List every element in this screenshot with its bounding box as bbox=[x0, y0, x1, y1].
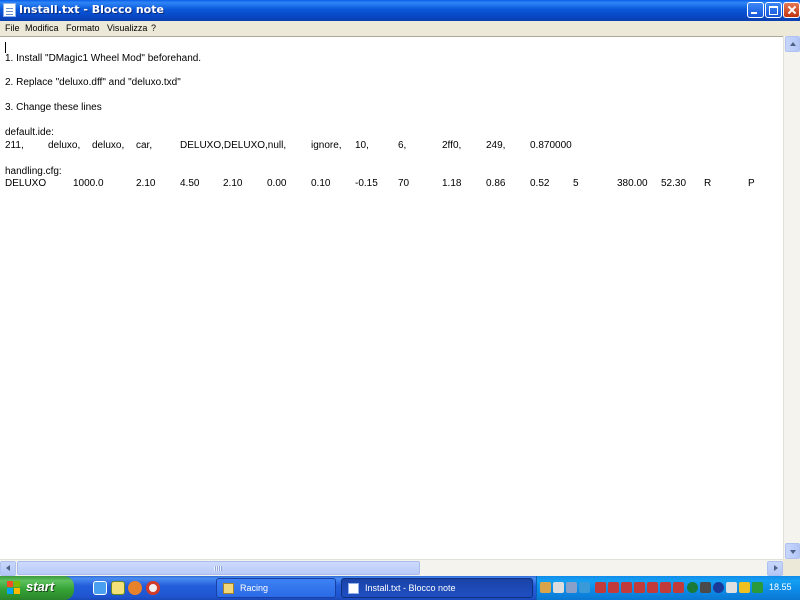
tray-app-icon[interactable] bbox=[660, 582, 671, 593]
handling-cell: 70 bbox=[398, 178, 410, 189]
windows-flag-icon bbox=[7, 581, 21, 595]
menu-modifica[interactable]: Modifica bbox=[25, 23, 59, 33]
handling-cell: 0.00 bbox=[267, 178, 287, 189]
handling-cell: -0.15 bbox=[355, 178, 378, 189]
scroll-up-button[interactable] bbox=[785, 36, 800, 52]
disc-icon[interactable] bbox=[146, 581, 160, 595]
vertical-scrollbar[interactable] bbox=[783, 36, 800, 559]
window-title: Install.txt - Blocco note bbox=[19, 3, 164, 16]
tray-app-icon[interactable] bbox=[647, 582, 658, 593]
task-label: Racing bbox=[240, 583, 269, 593]
text-caret bbox=[5, 42, 6, 53]
minimize-button[interactable] bbox=[747, 2, 764, 18]
handling-cell: 5 bbox=[573, 178, 579, 189]
clock: 18.55 bbox=[769, 582, 792, 592]
show-desktop-icon[interactable] bbox=[111, 581, 125, 595]
text-editor[interactable]: 1. Install "DMagic1 Wheel Mod" beforehan… bbox=[0, 36, 783, 559]
tray-power-icon[interactable] bbox=[687, 582, 698, 593]
menu-visualizza[interactable]: Visualizza bbox=[107, 23, 147, 33]
notepad-icon bbox=[348, 583, 359, 594]
ide-cell: DELUXO,DELUXO,null, bbox=[180, 140, 287, 151]
handling-cell: R bbox=[704, 178, 712, 189]
handling-cell: 52.30 bbox=[661, 178, 687, 189]
start-button[interactable]: start bbox=[0, 576, 74, 600]
ide-cell: 249, bbox=[486, 140, 506, 151]
handling-cell: P bbox=[748, 178, 755, 189]
task-install-txt[interactable]: Install.txt - Blocco note bbox=[341, 578, 533, 598]
text-line: 2. Replace "deluxo.dff" and "deluxo.txd" bbox=[5, 77, 181, 88]
handling-cell: 2.10 bbox=[136, 178, 156, 189]
tray-app-icon[interactable] bbox=[608, 582, 619, 593]
menu-help[interactable]: ? bbox=[151, 23, 156, 33]
tray-app-icon[interactable] bbox=[595, 582, 606, 593]
ide-cell: deluxo, bbox=[92, 140, 125, 151]
horizontal-scroll-thumb[interactable] bbox=[17, 561, 420, 575]
ide-cell: deluxo, bbox=[48, 140, 81, 151]
handling-cell: 0.52 bbox=[530, 178, 550, 189]
handling-cell: 2.10 bbox=[223, 178, 243, 189]
handling-cell: 4.50 bbox=[180, 178, 200, 189]
folder-icon bbox=[223, 583, 234, 594]
media-player-icon[interactable] bbox=[128, 581, 142, 595]
handling-cell: 1.18 bbox=[442, 178, 462, 189]
start-label: start bbox=[26, 579, 55, 594]
system-tray: 18.55 bbox=[536, 576, 800, 600]
tray-network-icon[interactable] bbox=[566, 582, 577, 593]
handling-cell: 380.00 bbox=[617, 178, 648, 189]
text-line: handling.cfg: bbox=[5, 166, 62, 177]
internet-explorer-icon[interactable] bbox=[93, 581, 107, 595]
tray-monitor-icon[interactable] bbox=[579, 582, 590, 593]
handling-cell: 1000.0 bbox=[73, 178, 104, 189]
title-bar[interactable]: Install.txt - Blocco note bbox=[0, 0, 800, 21]
text-line: default.ide: bbox=[5, 127, 54, 138]
close-button[interactable] bbox=[783, 2, 800, 18]
menu-file[interactable]: File bbox=[5, 23, 20, 33]
horizontal-scrollbar[interactable] bbox=[0, 559, 783, 576]
scroll-down-button[interactable] bbox=[785, 543, 800, 559]
text-line: 3. Change these lines bbox=[5, 102, 102, 113]
tray-app-icon[interactable] bbox=[634, 582, 645, 593]
text-line: 1. Install "DMagic1 Wheel Mod" beforehan… bbox=[5, 53, 202, 64]
ide-cell: 2ff0, bbox=[442, 140, 462, 151]
scroll-right-button[interactable] bbox=[767, 561, 783, 576]
tray-app-icon[interactable] bbox=[673, 582, 684, 593]
ide-cell: 211, bbox=[5, 140, 24, 151]
tray-volume-icon[interactable] bbox=[726, 582, 737, 593]
tray-security-icon[interactable] bbox=[752, 582, 763, 593]
ide-cell: 6, bbox=[398, 140, 407, 151]
maximize-button[interactable] bbox=[765, 2, 782, 18]
scroll-left-button[interactable] bbox=[0, 561, 16, 576]
tray-bluetooth-icon[interactable] bbox=[713, 582, 724, 593]
ide-cell: ignore, bbox=[311, 140, 342, 151]
ide-cell: 0.870000 bbox=[530, 140, 572, 151]
ide-cell: car, bbox=[136, 140, 153, 151]
handling-cell: DELUXO bbox=[5, 178, 47, 189]
tray-warning-icon[interactable] bbox=[739, 582, 750, 593]
handling-cell: 0.86 bbox=[486, 178, 506, 189]
tray-search-icon[interactable] bbox=[553, 582, 564, 593]
menu-bar: File Modifica Formato Visualizza ? bbox=[0, 21, 800, 36]
tray-app-icon[interactable] bbox=[621, 582, 632, 593]
tray-device-icon[interactable] bbox=[700, 582, 711, 593]
menu-formato[interactable]: Formato bbox=[66, 23, 100, 33]
handling-cell: 0.10 bbox=[311, 178, 331, 189]
ide-cell: 10, bbox=[355, 140, 369, 151]
task-racing[interactable]: Racing bbox=[216, 578, 336, 598]
tray-user-icon[interactable] bbox=[540, 582, 551, 593]
size-grip bbox=[783, 559, 800, 576]
task-label: Install.txt - Blocco note bbox=[365, 583, 456, 593]
taskbar: start Racing Install.txt - Blocco note 1… bbox=[0, 576, 800, 600]
notepad-icon[interactable] bbox=[3, 3, 16, 17]
